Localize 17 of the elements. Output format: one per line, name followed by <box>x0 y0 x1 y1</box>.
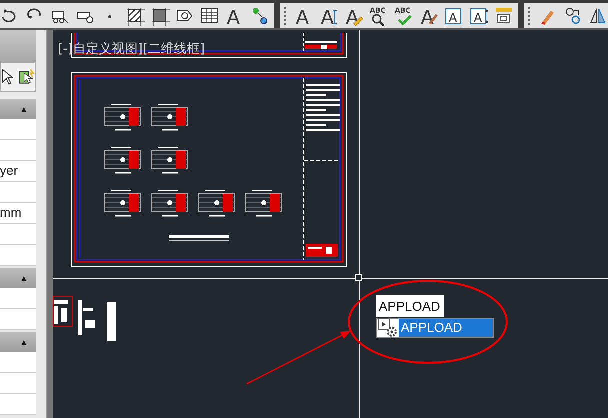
section-header[interactable]: ▲ <box>0 332 36 352</box>
glyph-icon[interactable]: A <box>294 4 314 26</box>
quick-select-icon[interactable] <box>16 67 35 87</box>
select-cursor-icon[interactable] <box>1 67 14 87</box>
autocomplete-item[interactable]: APPLOAD <box>376 318 494 338</box>
property-value[interactable]: mm <box>0 203 36 224</box>
collapse-arrow[interactable]: ▲ <box>20 338 28 346</box>
gear-icon <box>378 318 398 338</box>
section-header[interactable]: ▲ <box>0 99 36 119</box>
property-value[interactable]: yer <box>0 161 36 182</box>
collapse-arrow[interactable]: ▲ <box>20 104 28 114</box>
collapse-arrow[interactable]: ▲ <box>20 274 28 282</box>
palette-title-bar <box>0 30 36 62</box>
crosshair-pickbox <box>355 274 362 281</box>
glyph-icon[interactable]: A <box>225 4 245 26</box>
command-input[interactable]: APPLOAD <box>376 295 444 317</box>
section-header[interactable]: ▲ <box>0 268 36 288</box>
